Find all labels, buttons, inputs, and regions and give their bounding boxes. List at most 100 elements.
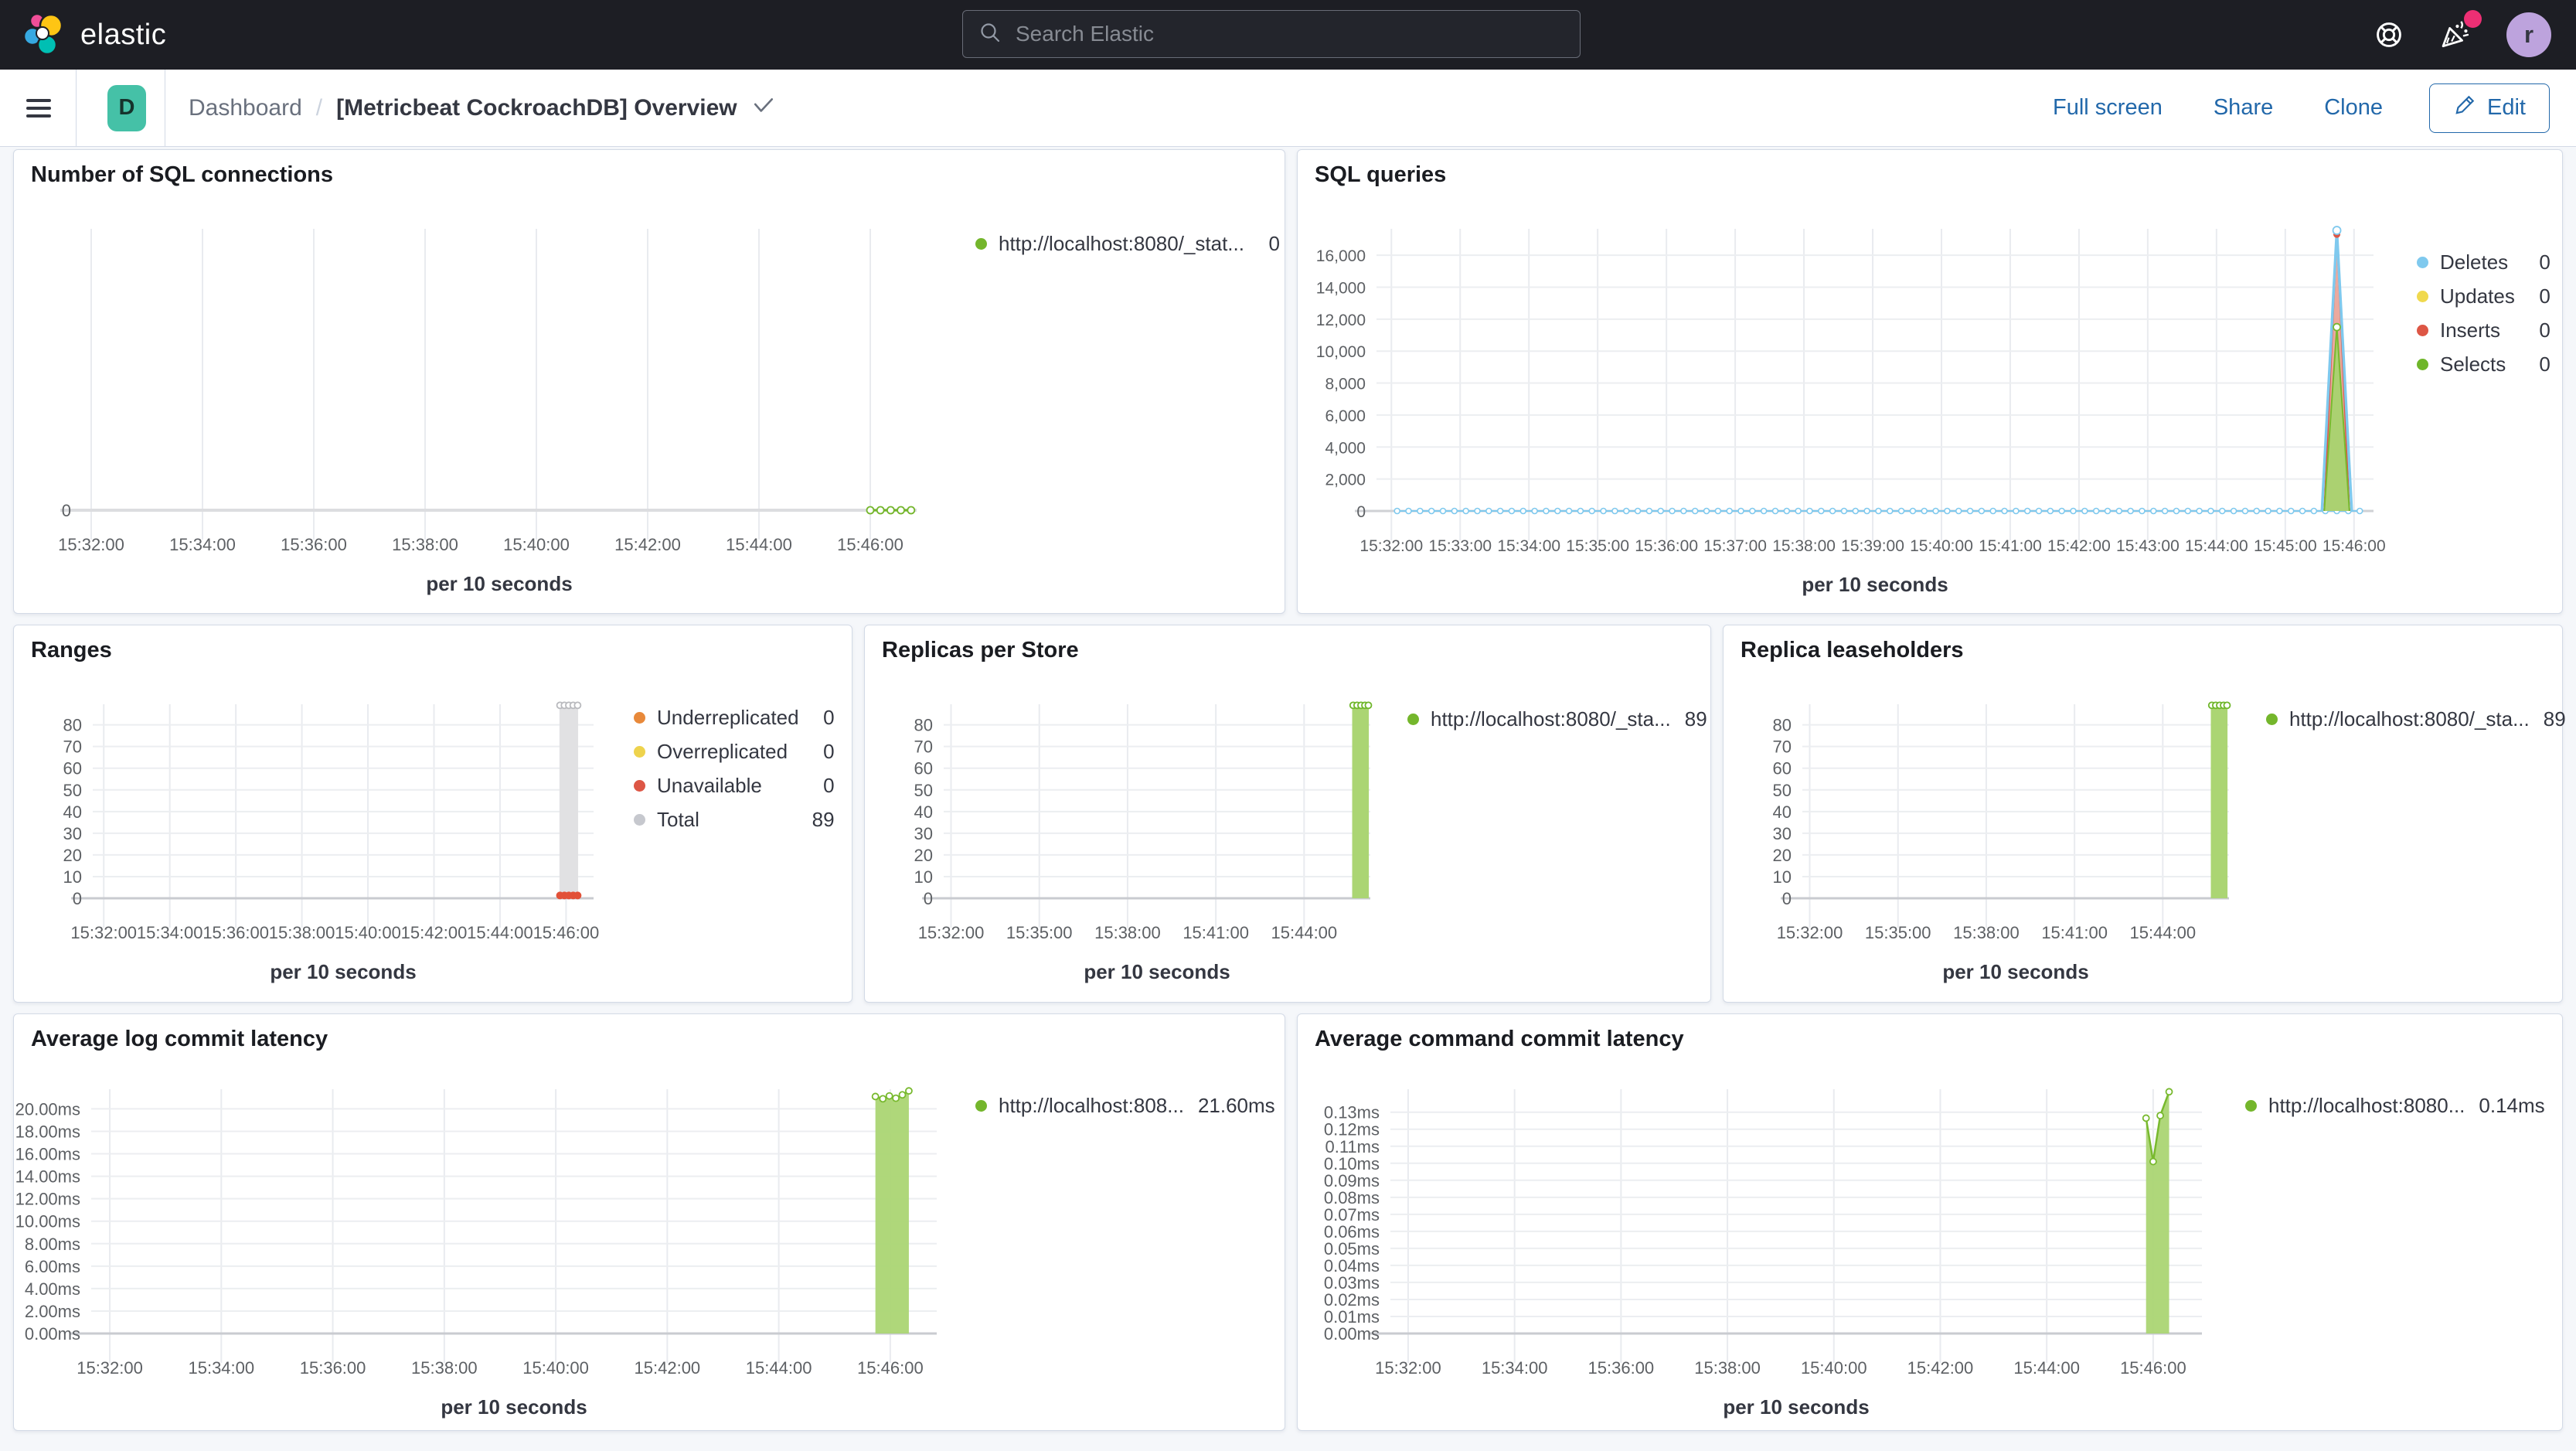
svg-text:20.00ms: 20.00ms <box>15 1099 80 1119</box>
legend-item[interactable]: Inserts 0 <box>2417 317 2550 343</box>
chart-average-command-commit-latency: 0.00ms 0.01ms 0.02ms 0.03ms 0.04ms 0.05ms 0.06… <box>1298 1080 2562 1424</box>
legend-item[interactable]: Total 89 <box>634 806 835 833</box>
svg-text:0.01ms: 0.01ms <box>1324 1307 1380 1327</box>
legend-label: Overreplicated <box>657 739 788 763</box>
svg-text:15:32:00: 15:32:00 <box>70 923 137 942</box>
plot-area[interactable]: 0 15:32:00 15:34:00 15:36:00 15:38:00 15:40:0… <box>14 220 937 601</box>
clone-button[interactable]: Clone <box>2319 94 2387 121</box>
legend-label: http://localhost:8080/_sta... <box>1431 707 1671 731</box>
help-icon <box>2374 22 2404 53</box>
plot-area[interactable]: 0 10 20 30 40 50 60 70 80 15:32:00 15:35:00 15:38:0… <box>865 695 1390 989</box>
chart-canvas[interactable]: 0.00ms0.01ms0.02ms0.03ms0.04ms0.05ms0.06… <box>1298 1080 2222 1420</box>
svg-text:15:37:00: 15:37:00 <box>1703 537 1767 555</box>
svg-text:per 10 seconds: per 10 seconds <box>1802 573 1948 596</box>
legend-label: Deletes <box>2440 250 2509 274</box>
svg-text:50: 50 <box>1773 781 1792 800</box>
svg-text:0.05ms: 0.05ms <box>1324 1239 1380 1259</box>
help-button[interactable] <box>2374 19 2404 50</box>
svg-text:15:44:00: 15:44:00 <box>467 923 533 942</box>
chart-canvas[interactable]: 0 10 20 30 40 50 60 70 80 15:32:00 15:34:00 15:36:0… <box>45 695 614 985</box>
svg-text:80: 80 <box>63 716 82 735</box>
plot-area[interactable]: 0.00ms 2.00ms 4.00ms 6.00ms 8.00ms 10.00ms 12.… <box>14 1080 957 1424</box>
svg-text:per 10 seconds: per 10 seconds <box>1942 960 2088 983</box>
legend-item[interactable]: http://localhost:8080/_stat... 0 <box>975 230 1280 257</box>
legend-value: 21.60ms <box>1197 1093 1275 1117</box>
svg-text:15:42:00: 15:42:00 <box>401 923 468 942</box>
legend-dot-icon <box>2417 358 2428 370</box>
plot-area[interactable]: 0 10 20 30 40 50 60 70 80 15:32:00 15:35:00 15:38:0… <box>1724 695 2249 989</box>
legend-item[interactable]: http://localhost:8080... 0.14ms <box>2245 1092 2545 1119</box>
chart-canvas[interactable]: 0 10 20 30 40 50 60 70 80 15:32:00 15:35:00 15:38:0… <box>1754 695 2249 985</box>
legend-value: 89 <box>2543 707 2566 731</box>
plot-area[interactable]: 0 2,000 4,000 6,000 8,000 10,000 12,000 14,000 1… <box>1298 220 2394 601</box>
svg-text:12.00ms: 12.00ms <box>15 1190 80 1209</box>
svg-text:80: 80 <box>914 716 933 735</box>
svg-text:0.09ms: 0.09ms <box>1324 1171 1380 1190</box>
breadcrumb-caret-icon[interactable] <box>753 97 774 118</box>
svg-text:20: 20 <box>63 846 82 865</box>
legend-item[interactable]: Overreplicated 0 <box>634 738 835 765</box>
svg-text:20: 20 <box>914 846 933 865</box>
legend-dot-icon <box>975 237 987 250</box>
svg-text:4,000: 4,000 <box>1325 439 1366 457</box>
legend-item[interactable]: Underreplicated 0 <box>634 704 835 731</box>
svg-text:50: 50 <box>914 781 933 800</box>
legend-value: 0 <box>2539 352 2550 376</box>
panel-title: Average log commit latency <box>31 1027 328 1051</box>
svg-text:15:42:00: 15:42:00 <box>2047 537 2111 555</box>
svg-text:0.08ms: 0.08ms <box>1324 1188 1380 1207</box>
menu-button[interactable] <box>22 90 56 127</box>
legend-value: 0 <box>823 739 835 763</box>
user-avatar[interactable]: r <box>2506 12 2551 57</box>
legend-item[interactable]: Deletes 0 <box>2417 249 2550 275</box>
legend-item[interactable]: http://localhost:8080/_sta... 89 <box>2266 706 2566 732</box>
legend-value: 0 <box>823 705 835 729</box>
full-screen-button[interactable]: Full screen <box>2048 94 2167 121</box>
share-button[interactable]: Share <box>2209 94 2278 121</box>
panel-title: Average command commit latency <box>1315 1027 1684 1051</box>
svg-text:15:40:00: 15:40:00 <box>1910 537 1973 555</box>
svg-text:12,000: 12,000 <box>1316 312 1366 329</box>
space-avatar[interactable]: D <box>107 84 146 131</box>
global-search[interactable] <box>962 10 1581 58</box>
svg-text:15:36:00: 15:36:00 <box>1635 537 1698 555</box>
search-input[interactable] <box>1014 21 1564 47</box>
legend-dot-icon <box>634 711 645 724</box>
panel-title: Ranges <box>31 638 112 662</box>
legend-item[interactable]: Unavailable 0 <box>634 772 835 799</box>
legend-item[interactable]: Updates 0 <box>2417 283 2550 309</box>
svg-text:per 10 seconds: per 10 seconds <box>1723 1395 1869 1419</box>
chart-canvas[interactable]: 0.00ms 2.00ms 4.00ms 6.00ms 8.00ms 10.00ms 12.… <box>14 1080 957 1420</box>
chart-canvas[interactable]: 0 15:32:00 15:34:00 15:36:00 15:38:00 15:40:0… <box>28 220 937 597</box>
chart-canvas[interactable]: 0 2,000 4,000 6,000 8,000 10,000 12,000 14,000 1… <box>1302 220 2394 598</box>
breadcrumb-dashboard-link[interactable]: Dashboard <box>189 95 302 121</box>
svg-text:0: 0 <box>1356 503 1366 521</box>
edit-button-label: Edit <box>2487 95 2526 120</box>
plot-area[interactable]: 0 10 20 30 40 50 60 70 80 15:32:00 15:34:00 15:36:0… <box>14 695 614 989</box>
plot-area[interactable]: 0.00ms 0.01ms 0.02ms 0.03ms 0.04ms 0.05ms 0.06… <box>1298 1080 2222 1424</box>
svg-text:0.00ms: 0.00ms <box>25 1324 80 1344</box>
legend-item[interactable]: http://localhost:8080/_sta... 89 <box>1407 706 1707 732</box>
legend-label: Inserts <box>2440 318 2501 342</box>
svg-text:18.00ms: 18.00ms <box>15 1122 80 1141</box>
chart-number-of-sql-connections: 0 15:32:00 15:34:00 15:36:00 15:38:00 15:40:0… <box>14 220 1285 601</box>
panel-average-command-commit-latency: Average command commit latency 0.00ms 0.0… <box>1297 1013 2563 1431</box>
legend-dot-icon <box>634 745 645 758</box>
brand[interactable]: elastic <box>22 11 166 60</box>
panel-title: SQL queries <box>1315 162 1447 187</box>
svg-text:70: 70 <box>914 737 933 757</box>
edit-button[interactable]: Edit <box>2429 83 2550 133</box>
panel-replicas-per-store: Replicas per Store 0 10 20 30 40 50 60 70 80 15:3… <box>864 625 1711 1003</box>
svg-text:60: 60 <box>1773 759 1792 778</box>
svg-text:6.00ms: 6.00ms <box>25 1257 80 1276</box>
svg-text:15:34:00: 15:34:00 <box>1482 1358 1548 1378</box>
legend-value: 0 <box>2539 284 2550 308</box>
news-button[interactable] <box>2438 10 2482 52</box>
chart-canvas[interactable]: 0 10 20 30 40 50 60 70 80 15:32:00 15:35:00 15:38:0… <box>896 695 1390 985</box>
legend-item[interactable]: Selects 0 <box>2417 351 2550 377</box>
legend-item[interactable]: http://localhost:808... 21.60ms <box>975 1092 1275 1119</box>
legend-label: Total <box>657 807 699 831</box>
svg-text:per 10 seconds: per 10 seconds <box>441 1395 587 1419</box>
divider <box>76 70 77 146</box>
svg-text:15:32:00: 15:32:00 <box>918 923 985 942</box>
